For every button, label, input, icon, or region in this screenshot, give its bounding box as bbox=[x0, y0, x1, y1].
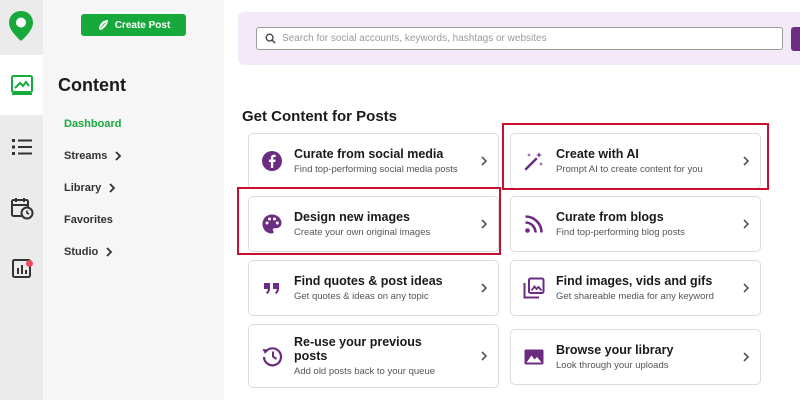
media-gallery-icon bbox=[523, 277, 545, 299]
rss-icon bbox=[525, 215, 543, 233]
chevron-right-icon bbox=[106, 247, 113, 257]
sidebar-item-favorites[interactable]: Favorites bbox=[64, 214, 113, 226]
sidebar-item-label: Dashboard bbox=[64, 118, 122, 130]
rail-content-button[interactable] bbox=[0, 55, 43, 115]
card-description: Find top-performing blog posts bbox=[556, 227, 685, 238]
sidebar-item-studio[interactable]: Studio bbox=[64, 246, 113, 258]
sidebar-section-title: Content bbox=[58, 75, 126, 95]
calendar-clock-icon bbox=[10, 198, 33, 220]
create-post-label: Create Post bbox=[114, 19, 171, 31]
image-icon bbox=[524, 349, 544, 365]
rail-analytics-button[interactable] bbox=[0, 238, 43, 298]
card-title: Browse your library bbox=[556, 343, 674, 357]
sidebar-item-dashboard[interactable]: Dashboard bbox=[64, 118, 121, 130]
facebook-icon bbox=[262, 151, 282, 171]
highlight-create-with-ai bbox=[502, 123, 769, 190]
card-curate-social[interactable]: Curate from social media Find top-perfor… bbox=[248, 133, 499, 189]
card-curate-blogs[interactable]: Curate from blogs Find top-performing bl… bbox=[510, 196, 761, 252]
search-submit-button[interactable] bbox=[791, 27, 800, 51]
chevron-right-icon bbox=[481, 156, 488, 166]
app-logo-icon[interactable] bbox=[8, 10, 34, 42]
chevron-right-icon bbox=[481, 283, 488, 293]
card-description: Get shareable media for any keyword bbox=[556, 291, 714, 302]
sidebar-item-library[interactable]: Library bbox=[64, 182, 116, 194]
section-title: Get Content for Posts bbox=[242, 108, 398, 125]
icon-rail bbox=[0, 0, 43, 400]
chevron-right-icon bbox=[115, 151, 122, 161]
chevron-right-icon bbox=[109, 183, 116, 193]
sidebar-item-streams[interactable]: Streams bbox=[64, 150, 122, 162]
card-description: Look through your uploads bbox=[556, 360, 669, 371]
create-post-button[interactable]: Create Post bbox=[81, 14, 186, 36]
rail-calendar-button[interactable] bbox=[0, 178, 43, 238]
card-find-media[interactable]: Find images, vids and gifs Get shareable… bbox=[510, 260, 761, 316]
search-box[interactable] bbox=[256, 27, 783, 50]
content-sidebar: Create Post Content Dashboard Streams Li… bbox=[43, 0, 224, 400]
card-title: Find quotes & post ideas bbox=[294, 274, 443, 288]
card-title: Curate from blogs bbox=[556, 210, 664, 224]
notification-dot bbox=[26, 260, 33, 267]
highlight-design-images bbox=[237, 187, 501, 255]
list-icon bbox=[11, 139, 32, 155]
sidebar-item-label: Library bbox=[64, 182, 102, 194]
search-input[interactable] bbox=[282, 33, 782, 44]
card-description: Find top-performing social media posts bbox=[294, 164, 458, 175]
card-description: Add old posts back to your queue bbox=[294, 366, 436, 377]
card-browse-library[interactable]: Browse your library Look through your up… bbox=[510, 329, 761, 385]
history-icon bbox=[262, 347, 283, 367]
chevron-right-icon bbox=[743, 219, 750, 229]
rail-list-button[interactable] bbox=[0, 117, 43, 177]
sidebar-item-label: Favorites bbox=[64, 214, 113, 226]
card-title: Re-use your previous posts bbox=[294, 335, 422, 363]
chevron-right-icon bbox=[743, 283, 750, 293]
main-content: Get Content for Posts Curate from social… bbox=[224, 0, 800, 400]
search-banner bbox=[238, 12, 800, 65]
card-reuse-posts[interactable]: Re-use your previous posts Add old posts… bbox=[248, 324, 499, 388]
sidebar-item-label: Studio bbox=[64, 246, 99, 258]
card-description: Get quotes & ideas on any topic bbox=[294, 291, 429, 302]
quote-icon bbox=[264, 283, 279, 294]
content-image-icon bbox=[10, 75, 33, 95]
search-icon bbox=[265, 33, 276, 44]
card-find-quotes[interactable]: Find quotes & post ideas Get quotes & id… bbox=[248, 260, 499, 316]
chevron-right-icon bbox=[743, 352, 750, 362]
card-title: Curate from social media bbox=[294, 147, 444, 161]
sidebar-item-label: Streams bbox=[64, 150, 108, 162]
feather-icon bbox=[98, 20, 108, 30]
card-title: Find images, vids and gifs bbox=[556, 274, 713, 288]
chevron-right-icon bbox=[481, 351, 488, 361]
